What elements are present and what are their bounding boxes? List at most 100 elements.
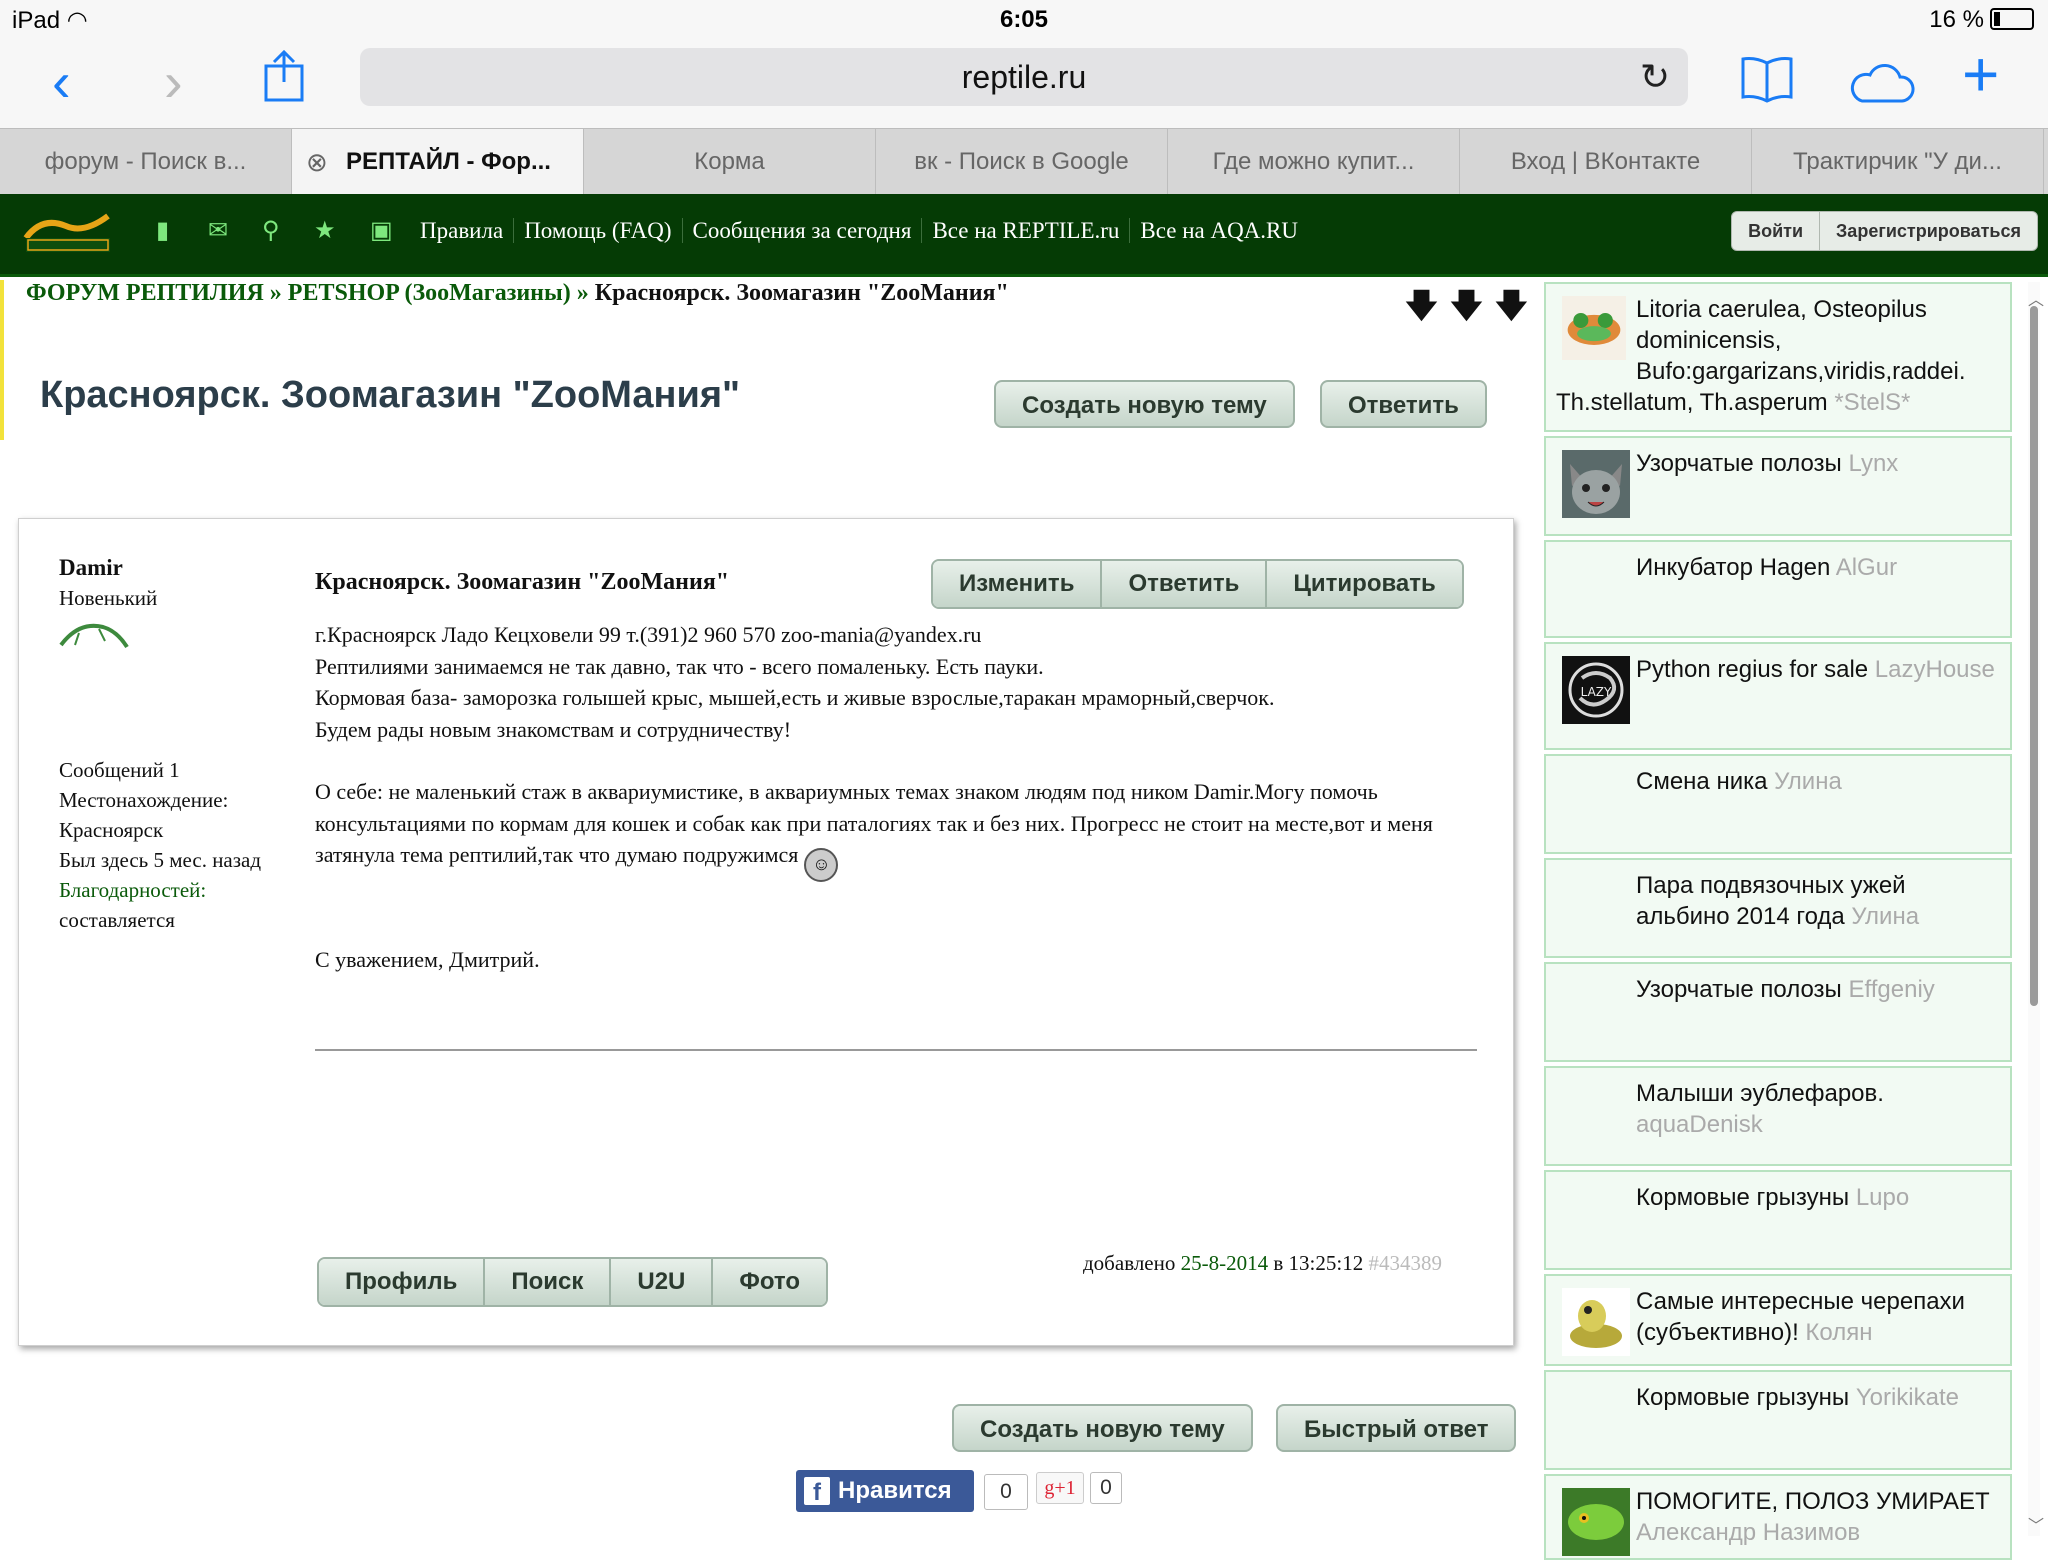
nav-today-link[interactable]: Сообщения за сегодня (681, 218, 922, 243)
sidebar-topic-item[interactable]: Узорчатые полозы Effgeniy (1544, 962, 2012, 1062)
nav-faq-link[interactable]: Помощь (FAQ) (513, 218, 682, 243)
status-bar: iPad ◠ 6:05 16 % (0, 0, 2048, 42)
sidebar-topic-title[interactable]: Самые интересные черепахи (субъективно)! (1636, 1288, 1965, 1346)
edit-button[interactable]: Изменить (933, 561, 1101, 607)
profile-button[interactable]: Профиль (319, 1259, 484, 1305)
sidebar-topic-user[interactable]: Александр Назимов (1636, 1519, 1860, 1546)
sidebar-topic-item[interactable]: Смена ника Улина (1544, 754, 2012, 854)
login-button[interactable]: Войти (1732, 212, 1819, 250)
tab-vk-login[interactable]: Вход | ВКонтакте (1460, 129, 1752, 195)
share-icon[interactable] (262, 48, 306, 115)
post-id[interactable]: #434389 (1368, 1251, 1442, 1275)
tab-traktirchik[interactable]: Трактирчик "У ди... (1752, 129, 2044, 195)
nav-rules-link[interactable]: Правила (420, 218, 513, 243)
sidebar-topic-item[interactable]: Кормовые грызуны Yorikikate (1544, 1370, 2012, 1470)
post-line: Кормовая база- заморозка голышей крыс, м… (315, 685, 1275, 710)
sidebar-topic-user[interactable]: Lynx (1848, 450, 1898, 477)
sidebar-topic-item[interactable]: ПОМОГИТЕ, ПОЛОЗ УМИРАЕТ Александр Назимо… (1544, 1474, 2012, 1560)
sidebar-topic-user[interactable]: LazyHouse (1875, 656, 1995, 683)
user-avatar[interactable] (1562, 1288, 1630, 1356)
author-thanks-label[interactable]: Благодарностей: (59, 875, 261, 905)
tab-where-to-buy[interactable]: Где можно купит... (1168, 129, 1460, 195)
sidebar-topic-title[interactable]: Узорчатые полозы (1636, 450, 1842, 477)
sidebar-topic-item[interactable]: Узорчатые полозы Lynx (1544, 436, 2012, 536)
reply-button[interactable]: Ответить (1320, 380, 1487, 428)
address-bar[interactable]: reptile.ru ↻ (360, 48, 1688, 106)
url-text: reptile.ru (961, 59, 1087, 95)
user-avatar[interactable]: LAZY (1562, 656, 1630, 724)
close-tab-icon[interactable]: ⊗ (306, 129, 328, 195)
user-avatar[interactable] (1562, 296, 1626, 360)
post-date-link[interactable]: 25-8-2014 (1181, 1251, 1269, 1275)
sidebar-topic-title[interactable]: Узорчатые полозы (1636, 976, 1842, 1003)
tab-forum-search[interactable]: форум - Поиск в... (0, 129, 292, 195)
book-icon[interactable]: ▮ (156, 216, 169, 245)
sidebar-topic-item[interactable]: Самые интересные черепахи (субъективно)!… (1544, 1274, 2012, 1366)
sidebar-topic-title[interactable]: Кормовые грызуны (1636, 1184, 1849, 1211)
reptile-logo[interactable] (22, 208, 114, 258)
rank-lizard-icon (59, 623, 129, 649)
nav-reptile-link[interactable]: Все на REPTILE.ru (921, 218, 1130, 243)
register-button[interactable]: Зарегистрироваться (1819, 212, 2037, 250)
quote-button[interactable]: Цитировать (1265, 561, 1462, 607)
sidebar-topic-user[interactable]: Lupo (1856, 1184, 1909, 1211)
mail-icon[interactable]: ✉ (208, 216, 228, 245)
sidebar-topic-user[interactable]: AlGur (1836, 554, 1897, 581)
author-name[interactable]: Damir (59, 553, 261, 583)
sidebar-topic-item[interactable]: Litoria caerulea, Osteopilus dominicensi… (1544, 282, 2012, 432)
tab-korma[interactable]: Корма (584, 129, 876, 195)
post-line: Будем рады новым знакомствам и сотруднич… (315, 716, 792, 742)
sidebar-topic-item[interactable]: LAZY Python regius for sale LazyHouse (1544, 642, 2012, 750)
jump-down-icons[interactable]: 🡇🡇🡇 (1404, 282, 1539, 339)
quick-reply-button[interactable]: Быстрый ответ (1276, 1404, 1517, 1452)
post-author-panel: Damir Новенький Сообщений 1 Местонахожде… (59, 553, 261, 935)
icloud-tabs-icon[interactable] (1846, 56, 1916, 116)
user-avatar[interactable] (1562, 1488, 1630, 1556)
u2u-button[interactable]: U2U (609, 1259, 712, 1305)
new-topic-button[interactable]: Создать новую тему (994, 380, 1295, 428)
sidebar-topic-user[interactable]: Effgeniy (1848, 976, 1934, 1003)
sidebar-topic-user[interactable]: Yorikikate (1856, 1384, 1959, 1411)
gplus-button[interactable]: g+1 (1036, 1472, 1084, 1504)
sidebar-topic-user[interactable]: Улина (1851, 903, 1919, 930)
sidebar-topic-item[interactable]: Инкубатор Hagen AlGur (1544, 540, 2012, 638)
sidebar-scrollbar[interactable]: ︿ ﹀ (2028, 282, 2044, 1536)
sidebar-topic-title[interactable]: Инкубатор Hagen (1636, 554, 1830, 581)
star-icon[interactable]: ★ (314, 216, 336, 245)
photo-button[interactable]: Фото (711, 1259, 827, 1305)
sidebar-topic-title[interactable]: Малыши эублефаров. (1636, 1080, 1884, 1107)
sidebar-topic-title[interactable]: ПОМОГИТЕ, ПОЛОЗ УМИРАЕТ (1636, 1488, 1990, 1515)
sidebar-topic-item[interactable]: Малыши эублефаров. aquaDenisk (1544, 1066, 2012, 1166)
sidebar-topic-user[interactable]: Улина (1774, 768, 1842, 795)
reload-icon[interactable]: ↻ (1640, 48, 1670, 106)
search-icon[interactable]: ⚲ (262, 216, 280, 245)
calendar-icon[interactable]: ▣ (370, 216, 393, 245)
breadcrumb-forum[interactable]: ФОРУМ РЕПТИЛИЯ (26, 280, 264, 306)
facebook-like-button[interactable]: f Нравится (796, 1470, 974, 1512)
bookmarks-icon[interactable] (1740, 54, 1794, 114)
tab-reptile-active[interactable]: ⊗ РЕПТАЙЛ - Фор... (292, 129, 584, 195)
breadcrumb-section[interactable]: PETSHOP (ЗооМагазины) (288, 280, 571, 306)
sidebar-topic-user[interactable]: aquaDenisk (1636, 1111, 1763, 1138)
post-about: О себе: не маленький стаж в аквариумисти… (315, 776, 1495, 882)
sidebar-topic-title[interactable]: Python regius for sale (1636, 656, 1868, 683)
side-marker (0, 280, 4, 440)
grin-smiley-icon: ☺ (804, 848, 839, 882)
sidebar-topic-user[interactable]: *StelS* (1834, 389, 1910, 416)
search-user-button[interactable]: Поиск (483, 1259, 610, 1305)
back-icon[interactable]: ‹ (52, 52, 71, 112)
scroll-down-icon[interactable]: ﹀ (2028, 1512, 2044, 1536)
sidebar-topic-title[interactable]: Кормовые грызуны (1636, 1384, 1849, 1411)
sidebar-topic-title[interactable]: Смена ника (1636, 768, 1767, 795)
bottom-new-topic-button[interactable]: Создать новую тему (952, 1404, 1253, 1452)
forward-icon[interactable]: › (164, 52, 183, 112)
scrollbar-thumb[interactable] (2030, 306, 2038, 1006)
sidebar-topic-user[interactable]: Колян (1805, 1319, 1872, 1346)
post-reply-button[interactable]: Ответить (1100, 561, 1266, 607)
sidebar-topic-item[interactable]: Кормовые грызуны Lupo (1544, 1170, 2012, 1270)
new-tab-icon[interactable]: + (1962, 42, 1999, 106)
tab-vk-google[interactable]: вк - Поиск в Google (876, 129, 1168, 195)
sidebar-topic-item[interactable]: Пара подвязочных ужей альбино 2014 года … (1544, 858, 2012, 958)
user-avatar[interactable] (1562, 450, 1630, 518)
nav-aqa-link[interactable]: Все на AQA.RU (1129, 218, 1309, 243)
